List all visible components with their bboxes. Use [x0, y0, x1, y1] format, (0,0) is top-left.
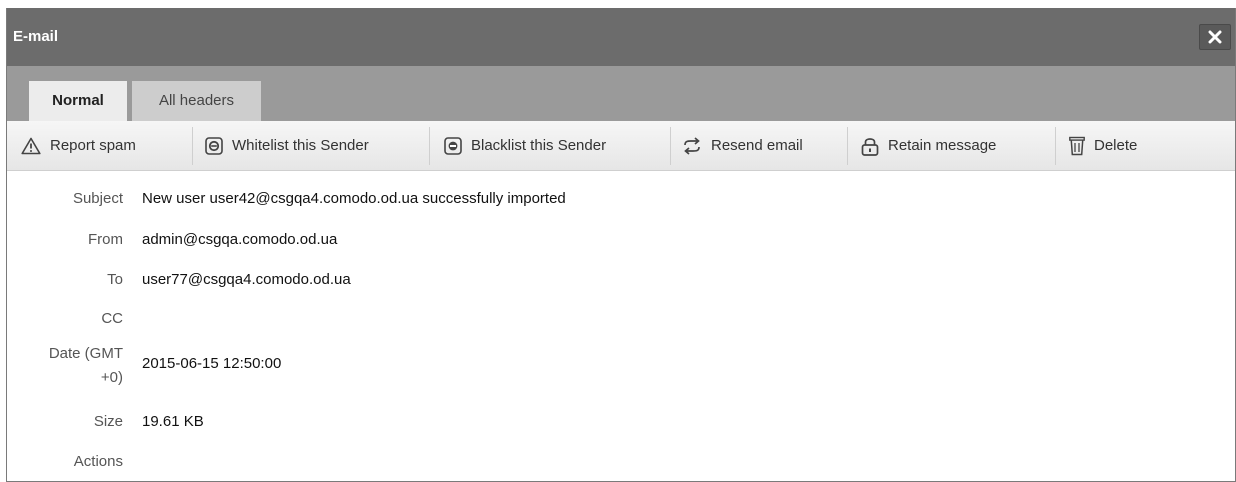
date-value: 2015-06-15 12:50:00: [142, 355, 282, 372]
blacklist-sender-button[interactable]: Blacklist this Sender: [444, 121, 606, 170]
date-label-line1: Date (GMT: [48, 345, 123, 362]
dialog-titlebar: E-mail: [7, 8, 1235, 66]
size-value: 19.61 KB: [142, 413, 204, 430]
toolbar-divider: [1055, 127, 1056, 165]
resend-email-label: Resend email: [711, 137, 803, 154]
tab-all-headers[interactable]: All headers: [132, 81, 261, 121]
dialog-title: E-mail: [13, 28, 59, 45]
from-label: From: [88, 231, 123, 248]
delete-label: Delete: [1094, 137, 1138, 154]
email-dialog: E-mail Normal All headers Report spam Wh…: [6, 8, 1236, 482]
resend-icon: [682, 136, 702, 155]
lock-icon: [861, 136, 879, 156]
delete-button[interactable]: Delete: [1069, 121, 1137, 170]
date-label: Date (GMT +0): [49, 342, 123, 390]
retain-message-button[interactable]: Retain message: [861, 121, 996, 170]
date-label-line2: +0): [100, 369, 123, 386]
subject-value: New user user42@csgqa4.comodo.od.ua succ…: [142, 190, 566, 207]
toolbar-divider: [847, 127, 848, 165]
from-value: admin@csgqa.comodo.od.ua: [142, 231, 338, 248]
tab-bar: Normal All headers: [7, 66, 1235, 121]
to-label: To: [107, 271, 123, 288]
blacklist-sender-label: Blacklist this Sender: [471, 137, 607, 154]
trash-icon: [1069, 136, 1085, 156]
whitelist-icon: [205, 136, 223, 155]
to-value: user77@csgqa4.comodo.od.ua: [142, 271, 351, 288]
subject-label: Subject: [72, 190, 123, 207]
toolbar-divider: [192, 127, 193, 165]
tab-normal[interactable]: Normal: [29, 81, 127, 121]
actions-label: Actions: [73, 453, 123, 470]
report-spam-label: Report spam: [50, 137, 136, 154]
resend-email-button[interactable]: Resend email: [682, 121, 803, 170]
warning-icon: [21, 137, 41, 155]
cc-label: CC: [101, 310, 123, 327]
retain-message-label: Retain message: [888, 137, 997, 154]
whitelist-sender-button[interactable]: Whitelist this Sender: [205, 121, 369, 170]
toolbar-divider: [670, 127, 671, 165]
toolbar: Report spam Whitelist this Sender Blackl…: [7, 121, 1235, 171]
report-spam-button[interactable]: Report spam: [21, 121, 136, 170]
blacklist-icon: [444, 136, 462, 155]
toolbar-divider: [429, 127, 430, 165]
whitelist-sender-label: Whitelist this Sender: [232, 137, 369, 154]
close-button[interactable]: [1199, 24, 1231, 50]
size-label: Size: [93, 413, 123, 430]
